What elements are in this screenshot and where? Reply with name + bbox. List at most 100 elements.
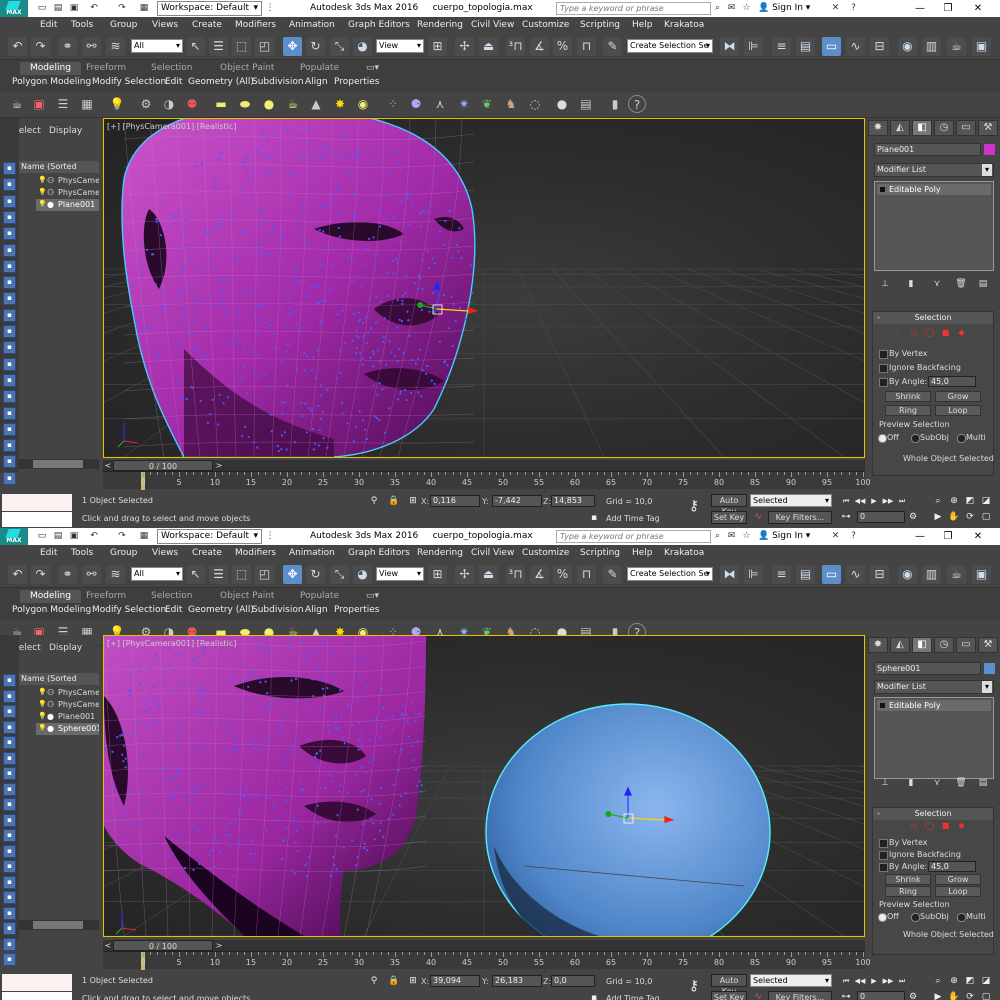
edge-mode-icon[interactable]: ◁	[909, 821, 918, 830]
scene-filter-group2-icon[interactable]: ▪	[3, 276, 16, 290]
key-mode-toggle-icon[interactable]: ⊶	[840, 991, 852, 1000]
object-color-swatch[interactable]	[984, 144, 995, 155]
menu-krakatoa[interactable]: Krakatoa	[664, 548, 704, 558]
menu-tools[interactable]: Tools	[71, 548, 93, 558]
fov-icon[interactable]: ▶	[932, 511, 944, 523]
scene-filter-hier-icon[interactable]: ▪	[3, 798, 16, 811]
scene-filter-col3-icon[interactable]: ▪	[3, 422, 16, 436]
schematic-view-icon[interactable]: ⊟	[870, 37, 889, 56]
material-list-icon[interactable]: ▤	[577, 95, 595, 113]
cone-primitive-icon[interactable]: ▲	[307, 95, 325, 113]
pan-icon[interactable]: ✋	[948, 991, 960, 1000]
select-and-rotate-icon[interactable]: ↻	[306, 565, 325, 584]
scene-tab-select[interactable]: Select	[19, 126, 41, 136]
absolute-mode-icon[interactable]: ⊞	[407, 975, 419, 987]
select-object-icon[interactable]: ↖	[186, 565, 205, 584]
modifier-editable-poly[interactable]: Editable Poly	[877, 184, 991, 195]
align-icon[interactable]: ⊫	[744, 565, 763, 584]
menu-rendering[interactable]: Rendering	[417, 548, 463, 558]
modify-tab-icon[interactable]: ◭	[890, 637, 910, 653]
display-tab-icon[interactable]: ▭	[956, 120, 976, 136]
close-icon[interactable]: ✕	[964, 0, 992, 17]
ribbon-tab-object-paint[interactable]: Object Paint	[210, 590, 284, 603]
grow-button[interactable]: Grow	[935, 391, 981, 402]
project-folder-icon[interactable]: ▦	[138, 2, 150, 14]
scene-filter-sphere-icon[interactable]: ▪	[3, 674, 16, 687]
spinner-snap-icon[interactable]: ⊓	[577, 37, 596, 56]
unlink-icon[interactable]: ⚯	[82, 565, 101, 584]
menu-customize[interactable]: Customize	[522, 548, 569, 558]
ribbon-panel-align[interactable]: Align	[305, 605, 328, 615]
scene-filter-freeze-icon[interactable]: ▪	[3, 860, 16, 873]
named-selection-set-dropdown[interactable]: Create Selection Se	[627, 567, 713, 581]
by-vertex-checkbox[interactable]: By Vertex	[879, 838, 927, 848]
particle-icon[interactable]: ⁘	[384, 95, 402, 113]
shrink-button[interactable]: Shrink	[885, 874, 931, 885]
scene-filter-sphere-icon[interactable]: ▪	[3, 162, 16, 175]
current-frame-field[interactable]: 0	[857, 991, 905, 1000]
edit-named-selections-icon[interactable]: ✎	[603, 37, 622, 56]
sign-in-link[interactable]: 👤 Sign In ▾	[758, 531, 810, 541]
menu-group[interactable]: Group	[110, 548, 137, 558]
play-icon[interactable]: ▶	[868, 975, 880, 987]
preview-subobj-radio[interactable]: SubObj	[911, 433, 949, 443]
show-end-result-icon[interactable]: ▮	[904, 777, 918, 789]
goto-start-icon[interactable]: ⏮	[840, 975, 852, 987]
viewport[interactable]: [+] [PhysCamera001] [Realistic]	[103, 118, 865, 458]
grow-button[interactable]: Grow	[935, 874, 981, 885]
element-mode-icon[interactable]: ◆	[957, 328, 966, 337]
scene-filter-x-icon[interactable]: ▪	[3, 325, 16, 338]
menu-edit[interactable]: Edit	[40, 20, 57, 30]
toggle-ribbon-icon[interactable]: ▤	[796, 565, 815, 584]
ribbon-panel-properties[interactable]: Properties	[334, 77, 379, 87]
placement-icon[interactable]: ◕	[353, 565, 372, 584]
mirror-icon[interactable]: ⧓	[720, 565, 739, 584]
mirror-icon[interactable]: ⧓	[720, 37, 739, 56]
scene-column-header[interactable]: Name (Sorted Ascend	[19, 673, 99, 685]
scene-filter-col3-icon[interactable]: ▪	[3, 922, 16, 935]
utilities-tab-icon[interactable]: ⚒	[978, 120, 998, 136]
quick-access-more-icon[interactable]: ⋮	[264, 530, 276, 542]
set-key-button[interactable]: Set Key	[711, 991, 747, 1000]
zoom-extents-all-icon[interactable]: ◪	[980, 495, 992, 507]
pin-stack-icon[interactable]: ⊥	[878, 278, 892, 290]
by-angle-checkbox[interactable]: By Angle:	[879, 862, 927, 872]
time-prev-icon[interactable]: <	[103, 460, 113, 471]
scene-filter-col-icon[interactable]: ▪	[3, 891, 16, 904]
curve-key-icon[interactable]: ∿	[752, 511, 764, 523]
scene-column-header[interactable]: Name (Sorted Ascend	[19, 161, 99, 173]
communication-center-icon[interactable]: ✉	[726, 531, 737, 542]
selection-filter-dropdown[interactable]: All	[131, 39, 183, 53]
select-manipulate-icon[interactable]: ✢	[455, 565, 474, 584]
render-production-icon[interactable]: ▣	[972, 565, 991, 584]
sphere-primitive-icon[interactable]: ●	[260, 95, 278, 113]
isolate-selection-icon[interactable]: ⚲	[368, 975, 380, 987]
ribbon-tab-freeform[interactable]: Freeform	[76, 590, 136, 603]
scene-item[interactable]: 💡 ● Plane001	[36, 199, 99, 211]
maximize-viewport-icon[interactable]: ▢	[980, 991, 992, 1000]
ignore-backfacing-checkbox[interactable]: Ignore Backfacing	[879, 363, 961, 373]
ribbon-tab-selection[interactable]: Selection	[141, 62, 202, 75]
curve-editor-icon[interactable]: ∿	[846, 37, 865, 56]
menu-help[interactable]: Help	[632, 20, 653, 30]
ribbon-tab-populate[interactable]: Populate	[290, 590, 349, 603]
menu-graph-editors[interactable]: Graph Editors	[348, 548, 410, 558]
project-folder-icon[interactable]: ▦	[138, 530, 150, 542]
next-frame-icon[interactable]: ▶▶	[882, 495, 894, 507]
ribbon-panel-align[interactable]: Align	[305, 77, 328, 87]
scene-filter-list2-icon[interactable]: ▪	[3, 471, 16, 485]
search-icon[interactable]: ⌕	[712, 531, 723, 542]
box-primitive-icon[interactable]: ▬	[212, 95, 230, 113]
fov-icon[interactable]: ▶	[932, 991, 944, 1000]
keyboard-shortcut-override-icon[interactable]: ⏏	[479, 565, 498, 584]
scene-explorer-icon[interactable]: ▭	[822, 565, 841, 584]
scene-filter-lock-icon[interactable]: ▪	[3, 373, 16, 387]
search-input[interactable]: Type a keyword or phrase	[556, 2, 711, 15]
zoom-extents-icon[interactable]: ◩	[964, 495, 976, 507]
undo-icon[interactable]: ↶	[88, 530, 100, 542]
minimize-icon[interactable]: —	[906, 0, 934, 17]
scene-filter-camera-icon[interactable]: ▪	[3, 689, 16, 703]
maxscript-listener-field[interactable]	[2, 974, 72, 991]
foliage-icon[interactable]: ❦	[478, 95, 496, 113]
modifier-stack[interactable]: Editable Poly	[874, 181, 994, 271]
